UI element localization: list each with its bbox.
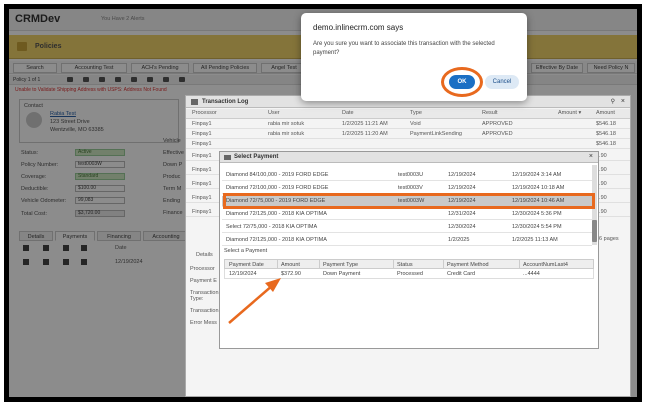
screenshot-frame: CRMDev You Have 2 Alerts Policies Search… bbox=[4, 4, 642, 402]
dialog-message: Are you sure you want to associate this … bbox=[313, 41, 495, 56]
dialog-title: demo.inlinecrm.com says bbox=[313, 23, 404, 32]
arrow-shaft bbox=[228, 284, 274, 324]
confirm-dialog: demo.inlinecrm.com says Are you sure you… bbox=[301, 13, 527, 101]
ok-button[interactable]: OK bbox=[449, 75, 475, 89]
cancel-button[interactable]: Cancel bbox=[485, 75, 519, 89]
app-window: CRMDev You Have 2 Alerts Policies Search… bbox=[9, 9, 637, 397]
